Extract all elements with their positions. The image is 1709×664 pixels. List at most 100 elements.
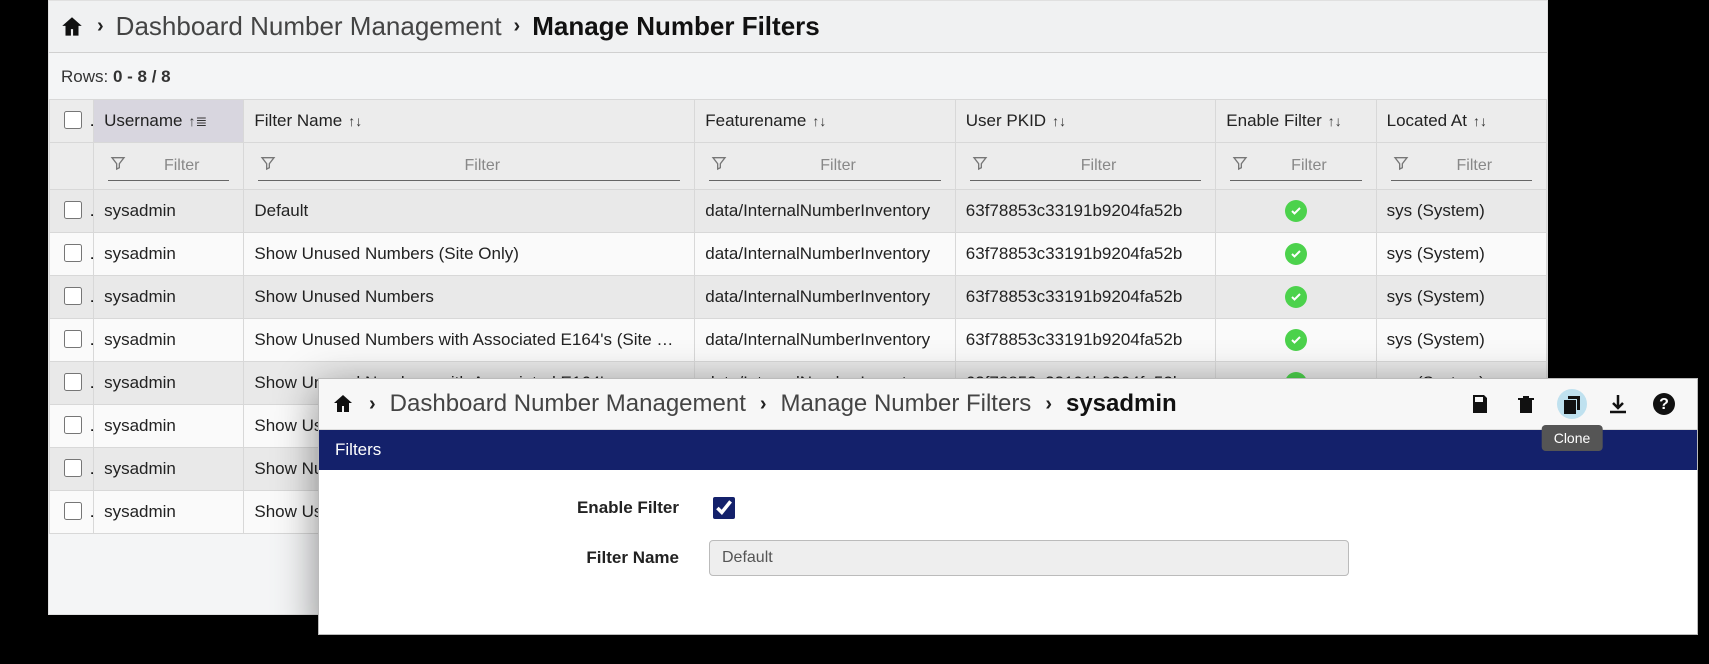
sort-icon: ↑↓ <box>1052 113 1066 129</box>
row-checkbox[interactable] <box>64 416 82 434</box>
cell-featurename: data/InternalNumberInventory <box>695 319 956 362</box>
chevron-right-icon: › <box>514 15 521 38</box>
breadcrumb-current: sysadmin <box>1066 390 1177 418</box>
row-checkbox[interactable] <box>64 330 82 348</box>
cell-filtername: Show Unused Numbers (Site Only) <box>244 233 695 276</box>
table-row[interactable]: sysadminShow Unused Numbers (Site Only)d… <box>50 233 1547 276</box>
detail-panel: › Dashboard Number Management › Manage N… <box>318 378 1698 635</box>
filter-name-label: Filter Name <box>359 548 709 568</box>
filter-cell-username[interactable]: Filter <box>94 143 244 190</box>
breadcrumb-link-dashboard[interactable]: Dashboard Number Management <box>116 11 502 42</box>
column-label: Featurename <box>705 111 806 131</box>
enable-filter-checkbox[interactable] <box>713 497 735 519</box>
cell-userpkid: 63f78853c33191b9204fa52b <box>955 190 1216 233</box>
rows-label: Rows: <box>61 67 108 86</box>
funnel-icon <box>110 155 126 176</box>
header-row: Username ↑≣ Filter Name↑↓ Featurename ↑↓ U… <box>50 100 1547 143</box>
cell-enable <box>1216 319 1376 362</box>
chevron-right-icon: › <box>97 15 104 38</box>
row-checkbox-cell[interactable] <box>50 190 94 233</box>
cell-username: sysadmin <box>94 276 244 319</box>
clone-button[interactable]: Clone <box>1557 389 1587 419</box>
sort-icon: ↑↓ <box>348 113 362 129</box>
sort-icon: ↑↓ <box>812 113 826 129</box>
row-checkbox[interactable] <box>64 502 82 520</box>
row-checkbox[interactable] <box>64 287 82 305</box>
breadcrumb-link-dashboard[interactable]: Dashboard Number Management <box>390 390 746 418</box>
home-icon[interactable] <box>59 14 85 40</box>
cell-filtername: Show Unused Numbers <box>244 276 695 319</box>
select-all-checkbox[interactable] <box>64 111 82 129</box>
row-checkbox-cell[interactable] <box>50 233 94 276</box>
enabled-indicator-icon <box>1285 200 1307 222</box>
filter-cell-filtername[interactable]: Filter <box>244 143 695 190</box>
funnel-icon <box>1232 155 1248 176</box>
delete-button[interactable] <box>1511 389 1541 419</box>
cell-located: sys (System) <box>1376 190 1546 233</box>
cell-username: sysadmin <box>94 405 244 448</box>
cell-userpkid: 63f78853c33191b9204fa52b <box>955 276 1216 319</box>
chevron-right-icon: › <box>369 393 376 416</box>
select-all-header[interactable] <box>50 100 94 143</box>
filter-placeholder: Filter <box>1419 157 1530 175</box>
cell-located: sys (System) <box>1376 276 1546 319</box>
cell-filtername: Show Unused Numbers with Associated E164… <box>244 319 695 362</box>
row-checkbox[interactable] <box>64 201 82 219</box>
filter-cell-located[interactable]: Filter <box>1376 143 1546 190</box>
column-header-located[interactable]: Located At↑↓ <box>1376 100 1546 143</box>
rows-count: Rows: 0 - 8 / 8 <box>49 53 1547 99</box>
row-checkbox[interactable] <box>64 244 82 262</box>
form-row-enable: Enable Filter <box>359 494 1657 522</box>
column-header-userpkid[interactable]: User PKID↑↓ <box>955 100 1216 143</box>
row-checkbox-cell[interactable] <box>50 405 94 448</box>
row-checkbox-cell[interactable] <box>50 448 94 491</box>
filter-form: Enable Filter Filter Name <box>319 470 1697 634</box>
cell-featurename: data/InternalNumberInventory <box>695 190 956 233</box>
cell-username: sysadmin <box>94 190 244 233</box>
table-row[interactable]: sysadminShow Unused Numbersdata/Internal… <box>50 276 1547 319</box>
breadcrumb-current: Manage Number Filters <box>532 11 820 42</box>
row-checkbox[interactable] <box>64 459 82 477</box>
row-checkbox-cell[interactable] <box>50 319 94 362</box>
sort-icon: ↑≣ <box>189 113 208 130</box>
cell-filtername: Default <box>244 190 695 233</box>
column-header-username[interactable]: Username ↑≣ <box>94 100 244 143</box>
row-checkbox[interactable] <box>64 373 82 391</box>
filter-name-input[interactable] <box>709 540 1349 576</box>
cell-enable <box>1216 233 1376 276</box>
cell-featurename: data/InternalNumberInventory <box>695 233 956 276</box>
table-row[interactable]: sysadminShow Unused Numbers with Associa… <box>50 319 1547 362</box>
column-header-featurename[interactable]: Featurename ↑↓ <box>695 100 956 143</box>
enabled-indicator-icon <box>1285 243 1307 265</box>
row-checkbox-cell[interactable] <box>50 362 94 405</box>
column-header-enable[interactable]: Enable Filter ↑↓ <box>1216 100 1376 143</box>
filter-cell-userpkid[interactable]: Filter <box>955 143 1216 190</box>
table-row[interactable]: sysadminDefaultdata/InternalNumberInvent… <box>50 190 1547 233</box>
filter-cell-enable[interactable]: Filter <box>1216 143 1376 190</box>
save-button[interactable] <box>1465 389 1495 419</box>
home-icon[interactable] <box>331 392 355 416</box>
cell-username: sysadmin <box>94 319 244 362</box>
cell-located: sys (System) <box>1376 319 1546 362</box>
enabled-indicator-icon <box>1285 329 1307 351</box>
cell-username: sysadmin <box>94 362 244 405</box>
cell-userpkid: 63f78853c33191b9204fa52b <box>955 233 1216 276</box>
cell-username: sysadmin <box>94 233 244 276</box>
column-header-filtername[interactable]: Filter Name↑↓ <box>244 100 695 143</box>
column-label: Located At <box>1387 111 1467 131</box>
funnel-icon <box>711 155 727 176</box>
filter-placeholder: Filter <box>737 157 939 175</box>
column-label: Username <box>104 111 182 131</box>
download-button[interactable] <box>1603 389 1633 419</box>
breadcrumb-link-manage-filters[interactable]: Manage Number Filters <box>781 390 1032 418</box>
sort-icon: ↑↓ <box>1328 113 1342 129</box>
breadcrumb: › Dashboard Number Management › Manage N… <box>49 1 1547 53</box>
column-label: Enable Filter <box>1226 111 1321 131</box>
help-button[interactable]: ? <box>1649 389 1679 419</box>
row-checkbox-cell[interactable] <box>50 276 94 319</box>
funnel-icon <box>972 155 988 176</box>
row-checkbox-cell[interactable] <box>50 491 94 534</box>
filter-cell-featurename[interactable]: Filter <box>695 143 956 190</box>
rows-value: 0 - 8 / 8 <box>113 67 171 86</box>
cell-located: sys (System) <box>1376 233 1546 276</box>
